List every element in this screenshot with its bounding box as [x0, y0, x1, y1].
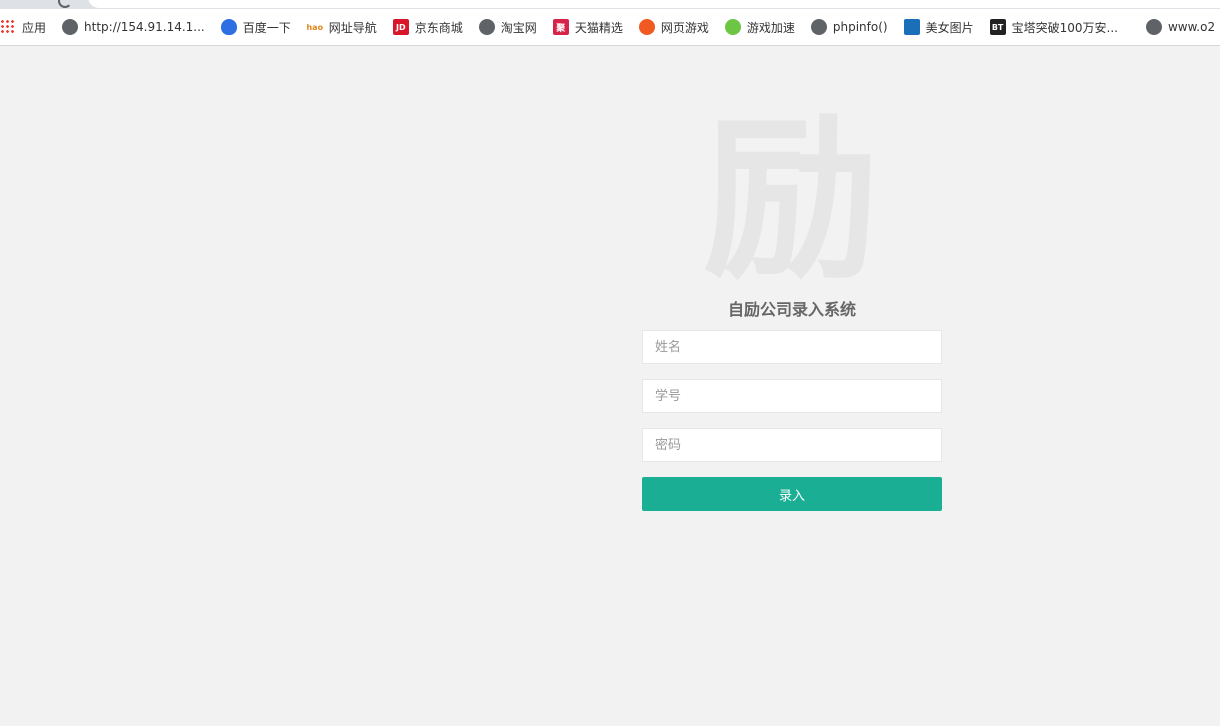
bookmark-baidu[interactable]: 百度一下 [220, 14, 297, 40]
baidu-icon [220, 19, 237, 35]
bookmark-label: 天猫精选 [574, 20, 623, 35]
accelerator-icon [724, 19, 741, 35]
bookmark-phpinfo[interactable]: phpinfo() [810, 14, 894, 40]
bookmark-label: phpinfo() [832, 20, 888, 34]
bookmark-label: www.o2 [1167, 20, 1216, 34]
bookmark-label: http://154.91.14.1... [84, 20, 205, 34]
globe-icon [478, 19, 495, 35]
bookmark-ip-address[interactable]: http://154.91.14.1... [62, 14, 211, 40]
bookmark-label: 网页游戏 [660, 20, 709, 35]
browser-tab-strip [0, 0, 1220, 9]
globe-icon [810, 19, 827, 35]
bt-icon: BT [989, 19, 1006, 35]
film-icon [903, 19, 920, 35]
bookmark-label: 网址导航 [328, 20, 377, 35]
hao123-icon: hao [306, 22, 324, 32]
tmall-icon: 聚 [552, 19, 569, 35]
student-id-input[interactable] [642, 379, 942, 413]
bookmark-webgame[interactable]: 网页游戏 [638, 14, 715, 40]
bookmark-label: 淘宝网 [500, 20, 537, 35]
bookmark-bt-panel[interactable]: BT 宝塔突破100万安... [989, 14, 1124, 40]
name-input[interactable] [642, 330, 942, 364]
jd-icon: JD [392, 19, 409, 35]
bookmark-jd[interactable]: JD 京东商城 [392, 14, 469, 40]
bookmark-label: 美女图片 [925, 20, 974, 35]
bookmarks-bar: 应用 http://154.91.14.1... 百度一下 hao 网址导航 J… [0, 9, 1220, 46]
bookmark-hao123[interactable]: hao 网址导航 [306, 14, 383, 40]
bookmark-taobao[interactable]: 淘宝网 [478, 14, 543, 40]
bookmark-pictures[interactable]: 美女图片 [903, 14, 980, 40]
address-bar[interactable] [88, 0, 1220, 8]
bookmark-accelerator[interactable]: 游戏加速 [724, 14, 801, 40]
bookmark-label: 游戏加速 [746, 20, 795, 35]
page-title: 自励公司录入系统 [727, 300, 856, 319]
webgame-icon [638, 19, 655, 35]
bookmark-tmall[interactable]: 聚 天猫精选 [552, 14, 629, 40]
bookmark-label: 应用 [22, 20, 47, 35]
bookmark-apps[interactable]: 应用 [0, 14, 52, 40]
bookmark-label: 京东商城 [414, 20, 463, 35]
apps-icon [0, 19, 16, 35]
globe-icon [62, 19, 79, 35]
globe-icon [1145, 19, 1162, 35]
reload-icon[interactable] [58, 0, 72, 8]
bookmark-o2[interactable]: www.o2 [1145, 14, 1220, 40]
bookmark-label: 百度一下 [242, 20, 291, 35]
password-input[interactable] [642, 428, 942, 462]
bookmark-label: 宝塔突破100万安... [1011, 20, 1118, 35]
submit-button[interactable]: 录入 [642, 477, 942, 511]
logo-watermark: 励 [702, 98, 879, 303]
